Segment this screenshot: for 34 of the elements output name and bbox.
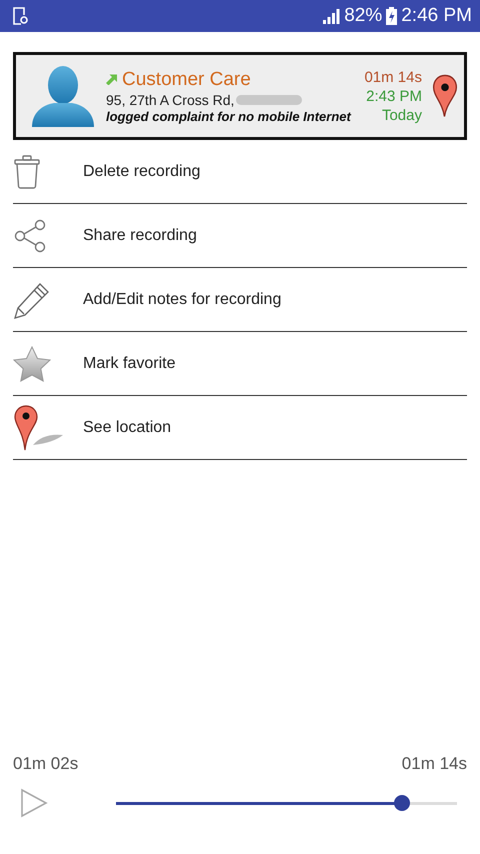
screen-record-icon (12, 7, 28, 25)
action-item[interactable]: Share recording (13, 204, 467, 268)
call-time: 2:43 PM (366, 88, 422, 104)
signal-icon (322, 8, 340, 24)
contact-avatar-icon (30, 63, 96, 129)
map-pin-icon (13, 404, 65, 450)
action-item[interactable]: Mark favorite (13, 332, 467, 396)
call-note: logged complaint for no mobile Internet (106, 108, 352, 124)
total-time: 01m 14s (402, 754, 467, 774)
blurred-text (236, 94, 302, 104)
trash-icon (13, 154, 41, 188)
action-label: Share recording (83, 226, 197, 244)
battery-charging-icon (386, 7, 398, 25)
call-duration: 01m 14s (364, 68, 422, 86)
star-icon (13, 346, 51, 382)
seek-thumb[interactable] (394, 795, 410, 811)
share-icon (13, 218, 47, 252)
map-pin-icon (432, 74, 458, 118)
action-item[interactable]: See location (13, 396, 467, 460)
call-day: Today (382, 106, 422, 124)
action-item[interactable]: Add/Edit notes for recording (13, 268, 467, 332)
action-label: Delete recording (83, 162, 200, 180)
pencil-icon (13, 280, 51, 318)
action-label: Mark favorite (83, 354, 176, 372)
action-label: Add/Edit notes for recording (83, 290, 282, 308)
action-label: See location (83, 418, 172, 436)
action-item[interactable]: Delete recording (13, 140, 467, 204)
outgoing-call-arrow-icon (106, 74, 117, 85)
clock-time: 2:46 PM (401, 5, 472, 27)
battery-percent: 82% (344, 5, 382, 27)
call-card[interactable]: Customer Care 95, 27th A Cross Rd, logged complaint for no mobile Internet 01m 14s 2:43 PM Today (13, 52, 467, 140)
contact-name: Customer Care (122, 68, 251, 90)
elapsed-time: 01m 02s (13, 754, 78, 774)
contact-address: 95, 27th A Cross Rd, (106, 92, 234, 108)
